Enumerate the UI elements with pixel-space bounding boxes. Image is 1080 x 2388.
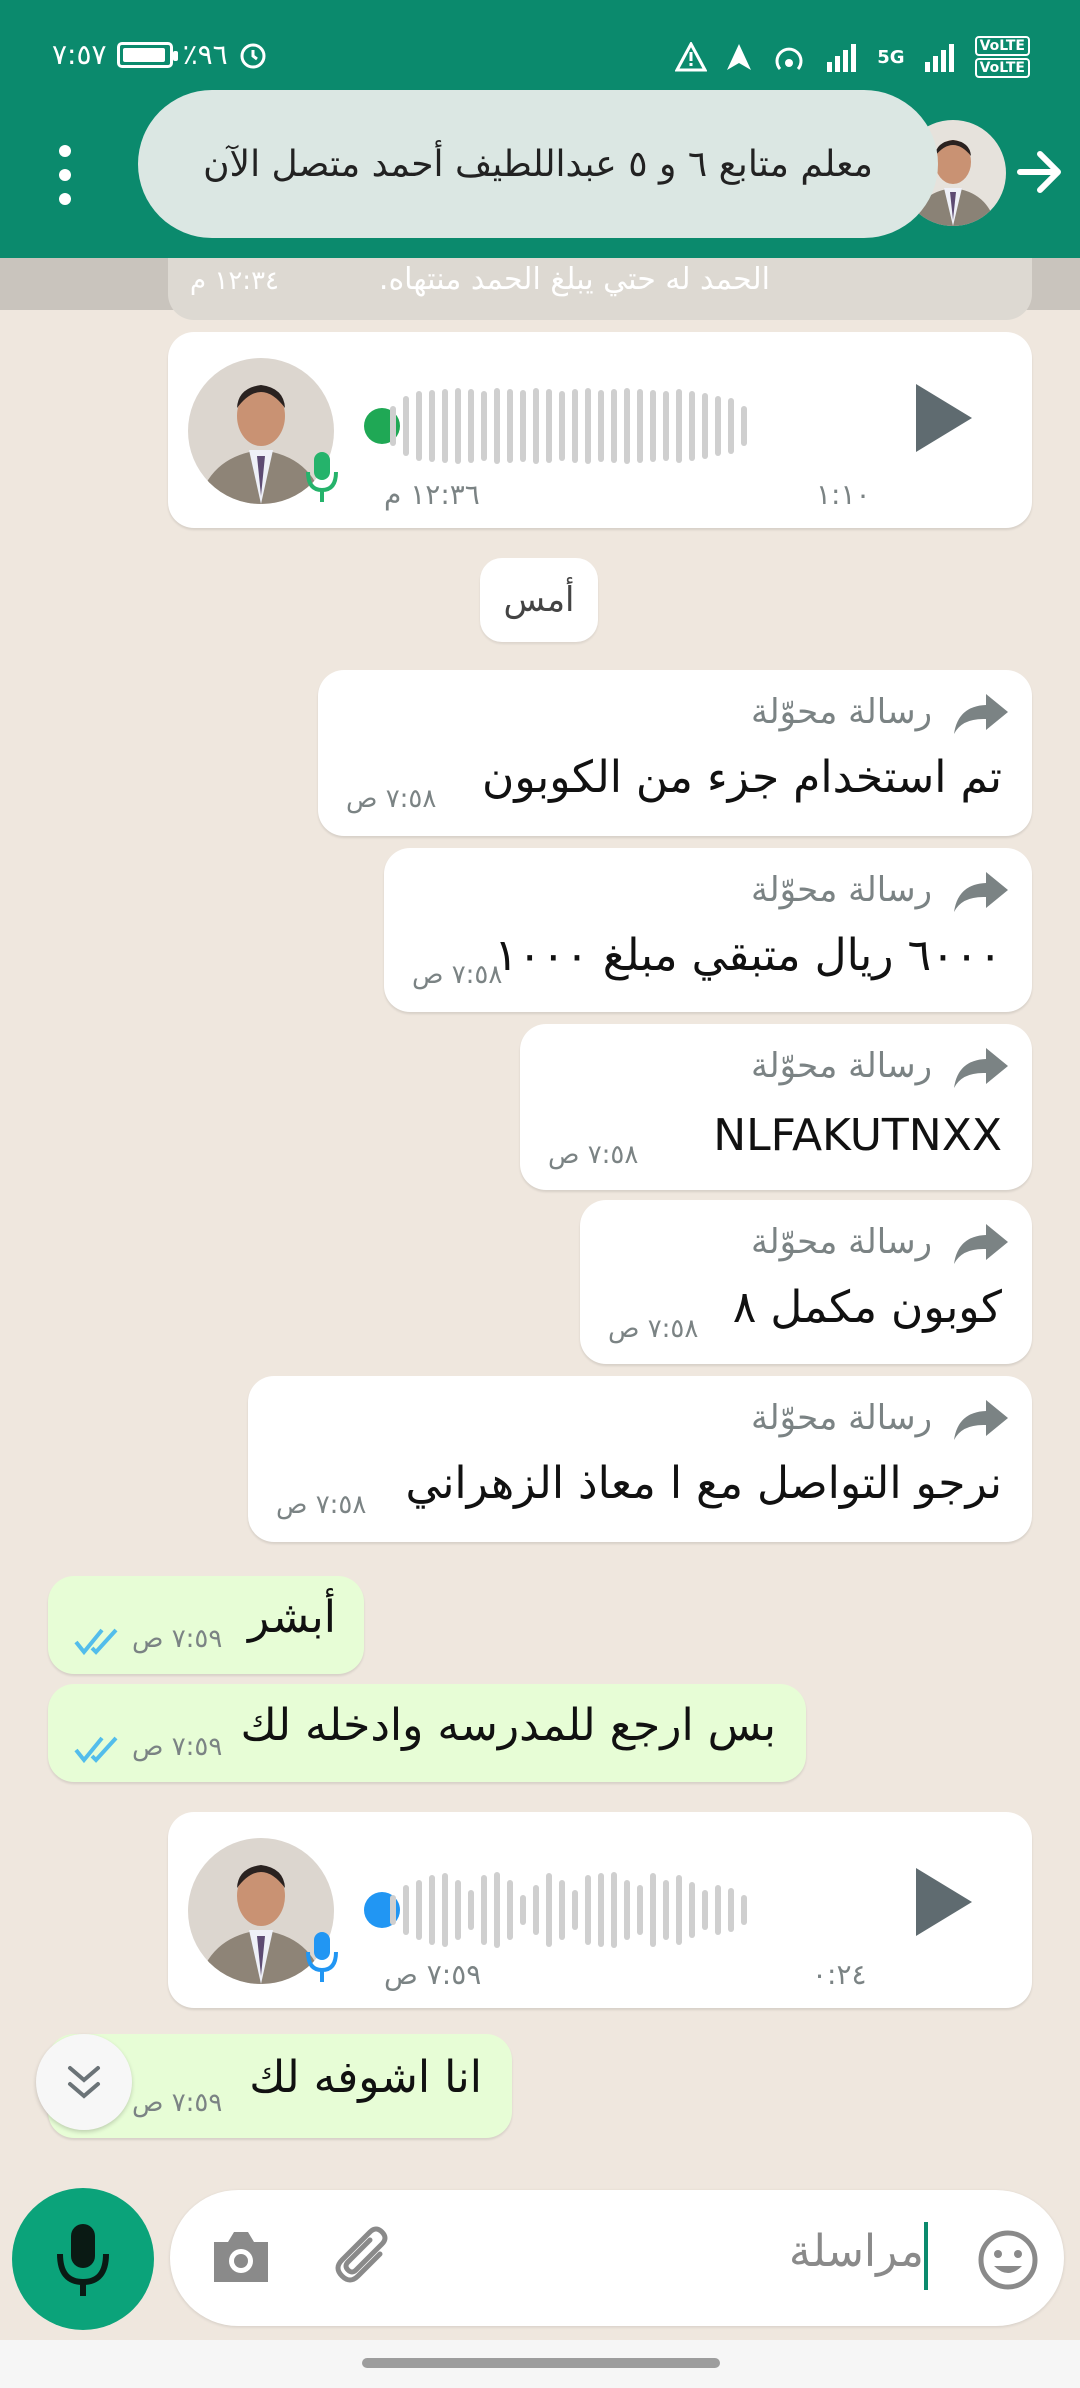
message-input[interactable]: مراسلة xyxy=(789,2226,924,2277)
voice-duration: ١:١٠ xyxy=(816,478,871,511)
message-time: ٧:٥٨ ص xyxy=(346,784,437,814)
more-options-icon[interactable] xyxy=(52,145,78,205)
message-time: ٧:٥٨ ص xyxy=(548,1140,639,1170)
online-status-banner: معلم متابع ٦ و ٥ عبداللطيف أحمد متصل الآ… xyxy=(138,90,938,238)
voice-time: ٧:٥٩ ص xyxy=(384,1958,482,1991)
forwarded-label: رسالة محوّلة xyxy=(751,1222,932,1262)
forward-icon xyxy=(954,1400,1008,1440)
read-ticks-icon xyxy=(74,1628,118,1656)
waveform[interactable] xyxy=(390,376,747,476)
incoming-message[interactable]: رسالة محوّلة كوبون مكمل ٨ ٧:٥٨ ص xyxy=(580,1200,1032,1364)
forwarded-label: رسالة محوّلة xyxy=(751,1046,932,1086)
double-chevron-down-icon xyxy=(68,2066,100,2099)
alarm-icon xyxy=(240,43,266,68)
message-composer[interactable]: مراسلة xyxy=(170,2190,1064,2326)
warning-icon xyxy=(675,42,708,72)
forwarded-label: رسالة محوّلة xyxy=(751,870,932,910)
message-time: ٧:٥٩ ص xyxy=(132,1732,223,1762)
home-gesture-bar[interactable] xyxy=(362,2358,720,2368)
mic-badge-icon xyxy=(306,452,338,502)
microphone-icon xyxy=(57,2224,109,2296)
back-arrow-icon[interactable] xyxy=(1014,142,1064,202)
outgoing-message[interactable]: أبشر ٧:٥٩ ص xyxy=(48,1576,364,1674)
message-time: ٧:٥٨ ص xyxy=(608,1314,699,1344)
play-icon[interactable] xyxy=(908,1862,978,1942)
message-time: ٧:٥٨ ص xyxy=(412,960,503,990)
message-text: NLFAKUTNXX xyxy=(713,1110,1002,1161)
mic-badge-icon xyxy=(306,1932,338,1982)
message-text: بس ارجع للمدرسه وادخله لك xyxy=(240,1700,777,1751)
voice-record-button[interactable] xyxy=(12,2188,154,2330)
forwarded-label: رسالة محوّلة xyxy=(751,692,932,732)
battery-icon xyxy=(116,41,178,68)
clock: ٧:٥٧ xyxy=(52,38,107,71)
message-text: كوبون مكمل ٨ xyxy=(732,1282,1002,1333)
message-text: انا اشوفه لك xyxy=(249,2052,482,2103)
date-separator: أمس xyxy=(480,558,598,642)
waveform[interactable] xyxy=(390,1860,747,1960)
attachment-icon[interactable] xyxy=(330,2224,398,2292)
message-time: ٧:٥٨ ص xyxy=(276,1490,367,1520)
battery-percent: ٪٩٦ xyxy=(182,38,228,71)
forward-icon xyxy=(954,694,1008,734)
volte-badge-2: VoLTE xyxy=(974,58,1030,78)
forwarded-label: رسالة محوّلة xyxy=(751,1398,932,1438)
message-time: ٧:٥٩ ص xyxy=(132,1624,223,1654)
signal-icon-2 xyxy=(924,44,954,72)
status-bar-right: 5G VoLTE VoLTE xyxy=(675,36,1030,78)
camera-icon[interactable] xyxy=(208,2226,274,2288)
message-text: تم استخدام جزء من الكوبون xyxy=(482,752,1002,803)
hotspot-icon xyxy=(775,47,803,70)
scroll-to-bottom-button[interactable] xyxy=(36,2034,132,2130)
text-cursor xyxy=(924,2222,928,2290)
incoming-message[interactable]: رسالة محوّلة نرجو التواصل مع ا معاذ الزه… xyxy=(248,1376,1032,1542)
incoming-message[interactable]: رسالة محوّلة ٦٠٠٠ ريال متبقي مبلغ ١٠٠٠ ٧… xyxy=(384,848,1032,1012)
play-icon[interactable] xyxy=(908,378,978,458)
location-icon xyxy=(727,44,752,70)
forward-icon xyxy=(954,1048,1008,1088)
forward-icon xyxy=(954,872,1008,912)
banner-text: معلم متابع ٦ و ٥ عبداللطيف أحمد متصل الآ… xyxy=(203,143,873,185)
signal-icon xyxy=(827,44,857,72)
previous-message-text: الحمد له حتي يبلغ الحمد منتهاه. xyxy=(378,262,770,297)
emoji-icon[interactable] xyxy=(976,2228,1040,2292)
forward-icon xyxy=(954,1224,1008,1264)
voice-message-1[interactable]: ١٢:٣٦ م ١:١٠ xyxy=(168,332,1032,528)
message-text: ٦٠٠٠ ريال متبقي مبلغ ١٠٠٠ xyxy=(494,930,1002,981)
incoming-message[interactable]: رسالة محوّلة تم استخدام جزء من الكوبون ٧… xyxy=(318,670,1032,836)
previous-message-time: ١٢:٣٤ م xyxy=(190,266,279,296)
read-ticks-icon xyxy=(74,1736,118,1764)
message-text: أبشر xyxy=(248,1592,336,1643)
volte-badge: VoLTE xyxy=(974,36,1030,56)
network-type: 5G xyxy=(877,46,905,68)
voice-duration: ٠:٢٤ xyxy=(812,1958,867,1991)
outgoing-message[interactable]: بس ارجع للمدرسه وادخله لك ٧:٥٩ ص xyxy=(48,1684,806,1782)
status-bar-left: ٧:٥٧ ٪٩٦ xyxy=(52,38,268,71)
message-time: ٧:٥٩ ص xyxy=(132,2088,223,2118)
voice-time: ١٢:٣٦ م xyxy=(384,478,480,511)
message-text: نرجو التواصل مع ا معاذ الزهراني xyxy=(405,1458,1002,1509)
incoming-message[interactable]: رسالة محوّلة NLFAKUTNXX ٧:٥٨ ص xyxy=(520,1024,1032,1190)
voice-message-2[interactable]: ٧:٥٩ ص ٠:٢٤ xyxy=(168,1812,1032,2008)
